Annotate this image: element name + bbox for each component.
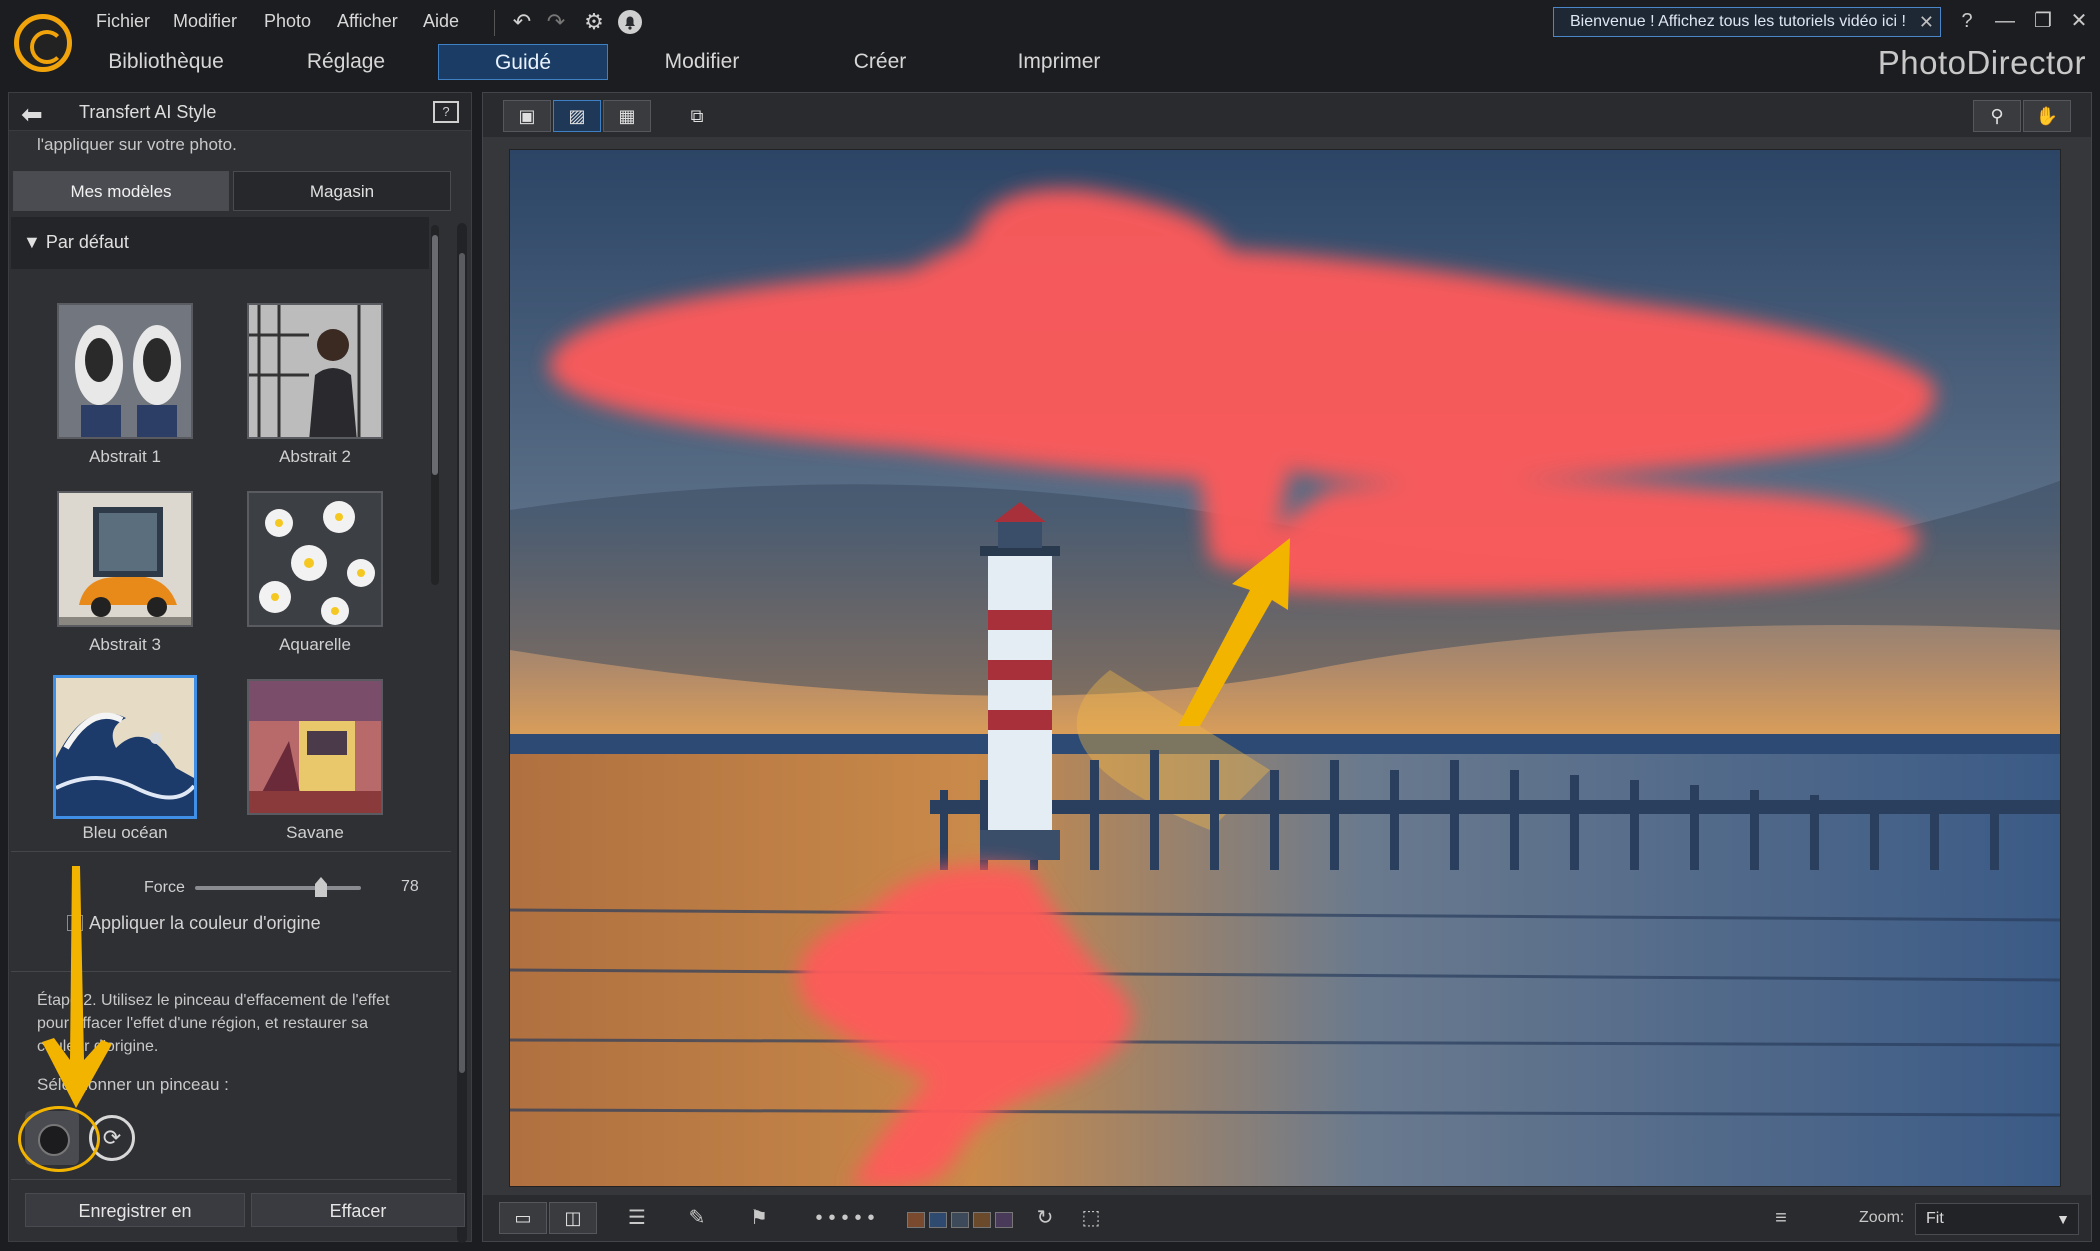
group-label-text: Par défaut xyxy=(45,232,129,252)
tab-imprimer[interactable]: Imprimer xyxy=(974,44,1144,80)
single-view-icon[interactable]: ▨ xyxy=(553,100,601,132)
edit-pencil-icon[interactable]: ✎ xyxy=(677,1203,717,1233)
flag-icon[interactable]: ⚑ xyxy=(739,1203,779,1233)
hand-pan-icon[interactable]: ✋ xyxy=(2023,100,2071,132)
before-after-icon[interactable]: ▣ xyxy=(503,100,551,132)
chevron-down-icon[interactable]: ▼ xyxy=(2056,1204,2070,1234)
force-slider-track[interactable] xyxy=(195,886,361,890)
color-label-swatch[interactable] xyxy=(929,1212,947,1228)
rotate-icon[interactable]: ↻ xyxy=(1025,1203,1065,1233)
template-label-abstrait-2: Abstrait 2 xyxy=(279,447,351,466)
photo-viewer: ▣ ▨ ▦ ⧉ ⚲ ✋ ▭ ◫ ☰ ✎ ⚑ ••••• ↻ ⬚ ≡ Zoom: … xyxy=(482,92,2092,1242)
sort-menu-icon[interactable]: ≡ xyxy=(1761,1203,1801,1233)
panel-scrollbar-thumb[interactable] xyxy=(459,253,465,1073)
back-arrow-icon[interactable]: ⬅ xyxy=(21,99,43,130)
viewer-bottom-bar: ▭ ◫ ☰ ✎ ⚑ ••••• ↻ ⬚ ≡ Zoom: Fit ▼ xyxy=(483,1195,2091,1241)
templates-scrollbar[interactable] xyxy=(431,225,439,585)
color-label-swatch[interactable] xyxy=(973,1212,991,1228)
tab-mes-modeles[interactable]: Mes modèles xyxy=(13,171,229,211)
undo-icon[interactable]: ↶ xyxy=(508,8,536,36)
zoom-label: Zoom: xyxy=(1859,1209,1905,1226)
group-par-defaut[interactable]: ▼ Par défaut xyxy=(11,217,429,269)
welcome-tutorial-banner[interactable]: Bienvenue ! Affichez tous les tutoriels … xyxy=(1553,7,1941,37)
great-wave-thumbnail[interactable] xyxy=(53,675,197,819)
save-as-button[interactable]: Enregistrer en xyxy=(25,1193,245,1227)
panel-intro-text: l'appliquer sur votre photo. xyxy=(37,135,237,154)
panel-header: ⬅ Transfert AI Style ? xyxy=(9,93,471,131)
zoom-magnifier-icon[interactable]: ⚲ xyxy=(1973,100,2021,132)
annotation-arrow-down xyxy=(42,866,112,1108)
tab-guide[interactable]: Guidé xyxy=(438,44,608,80)
window-close-icon[interactable]: ✕ xyxy=(2064,6,2094,36)
crop-icon[interactable]: ⬚ xyxy=(1071,1203,1111,1233)
photo-canvas[interactable] xyxy=(509,149,2061,1187)
panel-title: Transfert AI Style xyxy=(79,102,217,122)
color-label-swatch[interactable] xyxy=(907,1212,925,1228)
templates-scrollbar-thumb[interactable] xyxy=(432,235,438,475)
color-label-swatch[interactable] xyxy=(951,1212,969,1228)
menu-aide[interactable]: Aide xyxy=(423,8,459,34)
divider xyxy=(11,851,451,852)
divider xyxy=(11,1179,451,1180)
template-label-abstrait-1: Abstrait 1 xyxy=(89,447,161,466)
template-label-abstrait-3: Abstrait 3 xyxy=(89,635,161,654)
tab-magasin[interactable]: Magasin xyxy=(233,171,451,211)
close-icon[interactable]: ✕ xyxy=(1919,8,1934,36)
force-label: Force xyxy=(144,879,185,896)
tram-painting-thumbnail[interactable] xyxy=(247,679,383,815)
redo-icon[interactable]: ↷ xyxy=(542,8,570,36)
help-icon[interactable]: ? xyxy=(1952,6,1982,36)
menu-afficher[interactable]: Afficher xyxy=(337,8,398,34)
menu-photo[interactable]: Photo xyxy=(264,8,311,34)
template-label-aquarelle: Aquarelle xyxy=(279,635,351,654)
white-flowers-thumbnail[interactable] xyxy=(247,491,383,627)
tab-creer[interactable]: Créer xyxy=(796,44,964,80)
panel-scrollbar[interactable] xyxy=(457,223,467,1243)
menu-separator xyxy=(494,10,495,36)
zoom-value: Fit xyxy=(1926,1210,1944,1227)
minimize-icon[interactable]: — xyxy=(1990,6,2020,36)
template-label-savane: Savane xyxy=(286,823,344,841)
clear-button[interactable]: Effacer xyxy=(251,1193,465,1227)
menu-modifier[interactable]: Modifier xyxy=(173,8,237,34)
zoom-select[interactable]: Fit ▼ xyxy=(1915,1203,2079,1235)
notification-bell-icon[interactable] xyxy=(616,8,644,36)
panel-help-icon[interactable]: ? xyxy=(433,101,459,123)
viewer-toolbar: ▣ ▨ ▦ ⧉ ⚲ ✋ xyxy=(483,93,2091,137)
restore-icon[interactable]: ❐ xyxy=(2028,6,2058,36)
tab-reglage[interactable]: Réglage xyxy=(262,44,430,80)
force-value: 78 xyxy=(401,878,419,895)
settings-gear-icon[interactable]: ⚙ xyxy=(580,8,608,36)
group-label: ▼ Par défaut xyxy=(23,232,129,252)
template-label-bleu-ocean: Bleu océan xyxy=(82,823,168,842)
split-frame-icon[interactable]: ◫ xyxy=(549,1202,597,1234)
single-frame-icon[interactable]: ▭ xyxy=(499,1202,547,1234)
tab-modifier[interactable]: Modifier xyxy=(618,44,786,80)
list-rotate-icon[interactable]: ☰ xyxy=(617,1203,657,1233)
rating-dots-icon[interactable]: ••••• xyxy=(803,1203,893,1233)
brand-title: PhotoDirector xyxy=(1877,44,2086,81)
bookstore-man-thumbnail[interactable] xyxy=(247,303,383,439)
force-slider-handle[interactable] xyxy=(315,877,327,897)
grid-view-icon[interactable]: ▦ xyxy=(603,100,651,132)
welcome-text: Bienvenue ! Affichez tous les tutoriels … xyxy=(1570,13,1906,30)
orange-car-thumbnail[interactable] xyxy=(57,491,193,627)
tab-bibliotheque[interactable]: Bibliothèque xyxy=(90,44,242,80)
app-logo xyxy=(14,14,72,72)
compare-icon[interactable]: ⧉ xyxy=(673,100,721,132)
sneakers-thumbnail[interactable] xyxy=(57,303,193,439)
annotation-circle xyxy=(18,1106,100,1172)
menu-fichier[interactable]: Fichier xyxy=(96,8,150,34)
annotation-arrow-up xyxy=(1178,538,1290,726)
color-label-swatch[interactable] xyxy=(995,1212,1013,1228)
